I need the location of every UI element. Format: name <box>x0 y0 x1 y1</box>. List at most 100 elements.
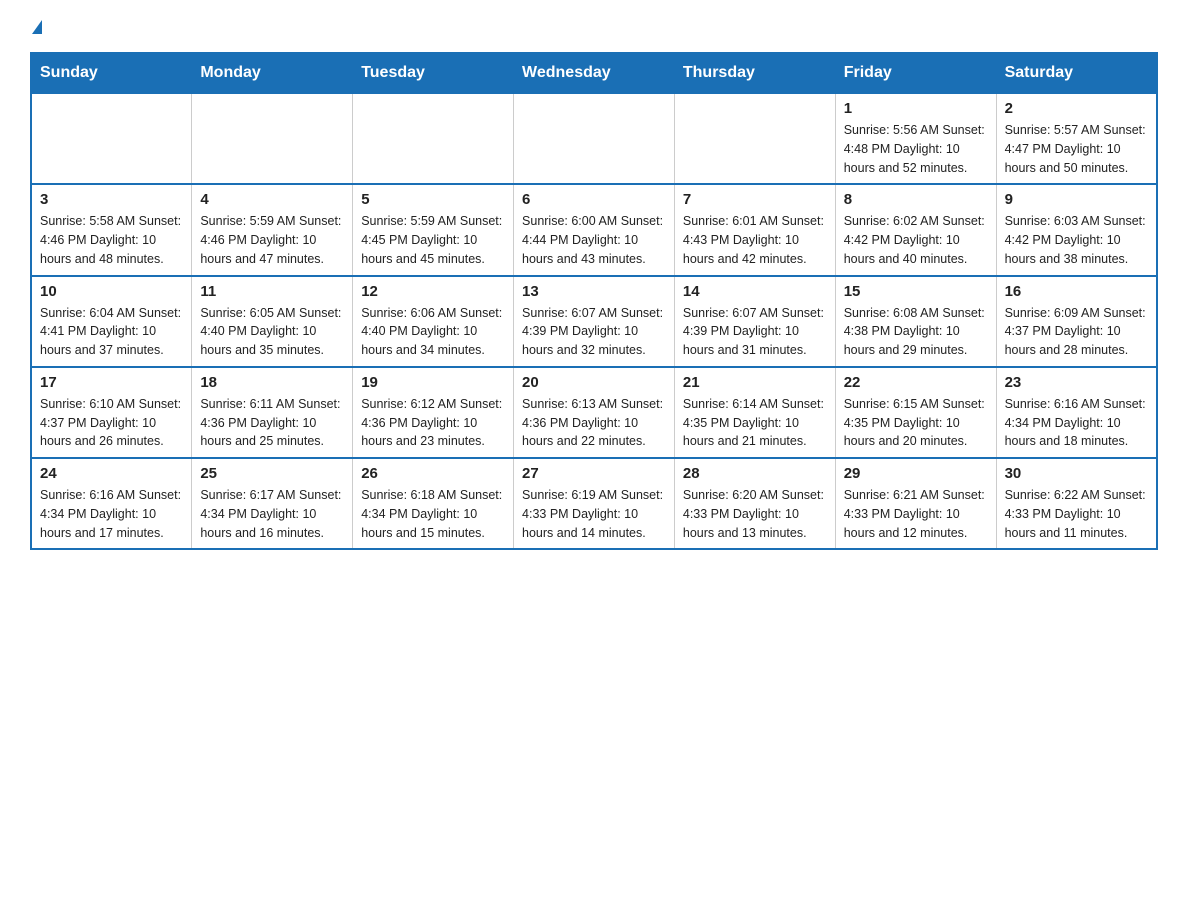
calendar-cell <box>674 93 835 184</box>
calendar-cell <box>353 93 514 184</box>
calendar-week-row: 24 Sunrise: 6:16 AM Sunset: 4:34 PM Dayli… <box>31 458 1157 549</box>
calendar-cell: 6 Sunrise: 6:00 AM Sunset: 4:44 PM Daylig… <box>514 184 675 275</box>
calendar-cell: 4 Sunrise: 5:59 AM Sunset: 4:46 PM Daylig… <box>192 184 353 275</box>
calendar-cell: 8Sunrise: 6:02 AM Sunset: 4:42 PM Daylig… <box>835 184 996 275</box>
calendar-cell: 3 Sunrise: 5:58 AM Sunset: 4:46 PM Daylig… <box>31 184 192 275</box>
day-number: 30 <box>1005 465 1148 482</box>
day-info: Sunrise: 5:56 AM Sunset: 4:48 PM Dayligh… <box>844 121 988 177</box>
day-number: 22 <box>844 374 988 391</box>
day-info: Sunrise: 5:58 AM Sunset: 4:46 PM Dayligh… <box>40 212 183 268</box>
weekday-header-tuesday: Tuesday <box>353 53 514 93</box>
weekday-header-monday: Monday <box>192 53 353 93</box>
day-info: Sunrise: 6:16 AM Sunset: 4:34 PM Dayligh… <box>1005 395 1148 451</box>
day-number: 17 <box>40 374 183 391</box>
day-info: Sunrise: 6:03 AM Sunset: 4:42 PM Dayligh… <box>1005 212 1148 268</box>
day-number: 26 <box>361 465 505 482</box>
calendar-week-row: 1 Sunrise: 5:56 AM Sunset: 4:48 PM Daylig… <box>31 93 1157 184</box>
calendar-week-row: 17 Sunrise: 6:10 AM Sunset: 4:37 PM Dayli… <box>31 367 1157 458</box>
day-number: 3 <box>40 191 183 208</box>
day-info: Sunrise: 6:12 AM Sunset: 4:36 PM Dayligh… <box>361 395 505 451</box>
day-info: Sunrise: 5:59 AM Sunset: 4:46 PM Dayligh… <box>200 212 344 268</box>
day-info: Sunrise: 6:17 AM Sunset: 4:34 PM Dayligh… <box>200 486 344 542</box>
day-number: 7 <box>683 191 827 208</box>
day-info: Sunrise: 6:20 AM Sunset: 4:33 PM Dayligh… <box>683 486 827 542</box>
calendar-cell: 19 Sunrise: 6:12 AM Sunset: 4:36 PM Dayli… <box>353 367 514 458</box>
day-number: 28 <box>683 465 827 482</box>
day-number: 19 <box>361 374 505 391</box>
weekday-header-row: SundayMondayTuesdayWednesdayThursdayFrid… <box>31 53 1157 93</box>
day-number: 25 <box>200 465 344 482</box>
day-info: Sunrise: 6:06 AM Sunset: 4:40 PM Dayligh… <box>361 304 505 360</box>
day-number: 29 <box>844 465 988 482</box>
day-info: Sunrise: 5:57 AM Sunset: 4:47 PM Dayligh… <box>1005 121 1148 177</box>
calendar-cell: 16 Sunrise: 6:09 AM Sunset: 4:37 PM Dayli… <box>996 276 1157 367</box>
calendar-cell: 13 Sunrise: 6:07 AM Sunset: 4:39 PM Dayli… <box>514 276 675 367</box>
day-number: 8 <box>844 191 988 208</box>
day-info: Sunrise: 6:01 AM Sunset: 4:43 PM Dayligh… <box>683 212 827 268</box>
calendar-cell: 10Sunrise: 6:04 AM Sunset: 4:41 PM Dayli… <box>31 276 192 367</box>
calendar-cell: 7 Sunrise: 6:01 AM Sunset: 4:43 PM Daylig… <box>674 184 835 275</box>
logo-triangle-icon <box>32 20 42 34</box>
day-info: Sunrise: 6:22 AM Sunset: 4:33 PM Dayligh… <box>1005 486 1148 542</box>
day-info: Sunrise: 6:14 AM Sunset: 4:35 PM Dayligh… <box>683 395 827 451</box>
day-number: 14 <box>683 283 827 300</box>
day-number: 23 <box>1005 374 1148 391</box>
day-info: Sunrise: 6:13 AM Sunset: 4:36 PM Dayligh… <box>522 395 666 451</box>
day-number: 10 <box>40 283 183 300</box>
calendar-cell: 2 Sunrise: 5:57 AM Sunset: 4:47 PM Daylig… <box>996 93 1157 184</box>
day-number: 13 <box>522 283 666 300</box>
day-info: Sunrise: 6:10 AM Sunset: 4:37 PM Dayligh… <box>40 395 183 451</box>
day-info: Sunrise: 6:18 AM Sunset: 4:34 PM Dayligh… <box>361 486 505 542</box>
calendar-cell: 1 Sunrise: 5:56 AM Sunset: 4:48 PM Daylig… <box>835 93 996 184</box>
day-number: 6 <box>522 191 666 208</box>
weekday-header-sunday: Sunday <box>31 53 192 93</box>
day-number: 11 <box>200 283 344 300</box>
calendar-cell: 9Sunrise: 6:03 AM Sunset: 4:42 PM Daylig… <box>996 184 1157 275</box>
day-info: Sunrise: 6:08 AM Sunset: 4:38 PM Dayligh… <box>844 304 988 360</box>
day-number: 24 <box>40 465 183 482</box>
day-number: 4 <box>200 191 344 208</box>
day-number: 18 <box>200 374 344 391</box>
day-number: 27 <box>522 465 666 482</box>
calendar-cell: 20 Sunrise: 6:13 AM Sunset: 4:36 PM Dayli… <box>514 367 675 458</box>
day-info: Sunrise: 6:11 AM Sunset: 4:36 PM Dayligh… <box>200 395 344 451</box>
day-info: Sunrise: 6:00 AM Sunset: 4:44 PM Dayligh… <box>522 212 666 268</box>
calendar-cell: 17 Sunrise: 6:10 AM Sunset: 4:37 PM Dayli… <box>31 367 192 458</box>
day-info: Sunrise: 6:07 AM Sunset: 4:39 PM Dayligh… <box>522 304 666 360</box>
day-info: Sunrise: 6:21 AM Sunset: 4:33 PM Dayligh… <box>844 486 988 542</box>
day-info: Sunrise: 6:05 AM Sunset: 4:40 PM Dayligh… <box>200 304 344 360</box>
day-number: 12 <box>361 283 505 300</box>
calendar-cell: 5 Sunrise: 5:59 AM Sunset: 4:45 PM Daylig… <box>353 184 514 275</box>
calendar-table: SundayMondayTuesdayWednesdayThursdayFrid… <box>30 52 1158 550</box>
calendar-cell: 12 Sunrise: 6:06 AM Sunset: 4:40 PM Dayli… <box>353 276 514 367</box>
weekday-header-thursday: Thursday <box>674 53 835 93</box>
calendar-cell: 11 Sunrise: 6:05 AM Sunset: 4:40 PM Dayli… <box>192 276 353 367</box>
day-info: Sunrise: 6:16 AM Sunset: 4:34 PM Dayligh… <box>40 486 183 542</box>
calendar-cell: 21 Sunrise: 6:14 AM Sunset: 4:35 PM Dayli… <box>674 367 835 458</box>
calendar-cell: 25 Sunrise: 6:17 AM Sunset: 4:34 PM Dayli… <box>192 458 353 549</box>
day-number: 20 <box>522 374 666 391</box>
calendar-cell: 23 Sunrise: 6:16 AM Sunset: 4:34 PM Dayli… <box>996 367 1157 458</box>
day-number: 1 <box>844 100 988 117</box>
page-header <box>30 20 1158 34</box>
day-info: Sunrise: 6:19 AM Sunset: 4:33 PM Dayligh… <box>522 486 666 542</box>
logo <box>30 20 42 34</box>
calendar-cell: 18 Sunrise: 6:11 AM Sunset: 4:36 PM Dayli… <box>192 367 353 458</box>
calendar-cell: 28 Sunrise: 6:20 AM Sunset: 4:33 PM Dayli… <box>674 458 835 549</box>
calendar-cell: 26 Sunrise: 6:18 AM Sunset: 4:34 PM Dayli… <box>353 458 514 549</box>
day-number: 16 <box>1005 283 1148 300</box>
day-info: Sunrise: 5:59 AM Sunset: 4:45 PM Dayligh… <box>361 212 505 268</box>
calendar-cell: 30 Sunrise: 6:22 AM Sunset: 4:33 PM Dayli… <box>996 458 1157 549</box>
day-info: Sunrise: 6:07 AM Sunset: 4:39 PM Dayligh… <box>683 304 827 360</box>
calendar-cell: 15Sunrise: 6:08 AM Sunset: 4:38 PM Dayli… <box>835 276 996 367</box>
day-info: Sunrise: 6:09 AM Sunset: 4:37 PM Dayligh… <box>1005 304 1148 360</box>
day-number: 5 <box>361 191 505 208</box>
calendar-cell: 24 Sunrise: 6:16 AM Sunset: 4:34 PM Dayli… <box>31 458 192 549</box>
weekday-header-friday: Friday <box>835 53 996 93</box>
day-number: 2 <box>1005 100 1148 117</box>
weekday-header-wednesday: Wednesday <box>514 53 675 93</box>
calendar-cell <box>192 93 353 184</box>
calendar-cell <box>514 93 675 184</box>
calendar-cell: 22Sunrise: 6:15 AM Sunset: 4:35 PM Dayli… <box>835 367 996 458</box>
day-number: 21 <box>683 374 827 391</box>
